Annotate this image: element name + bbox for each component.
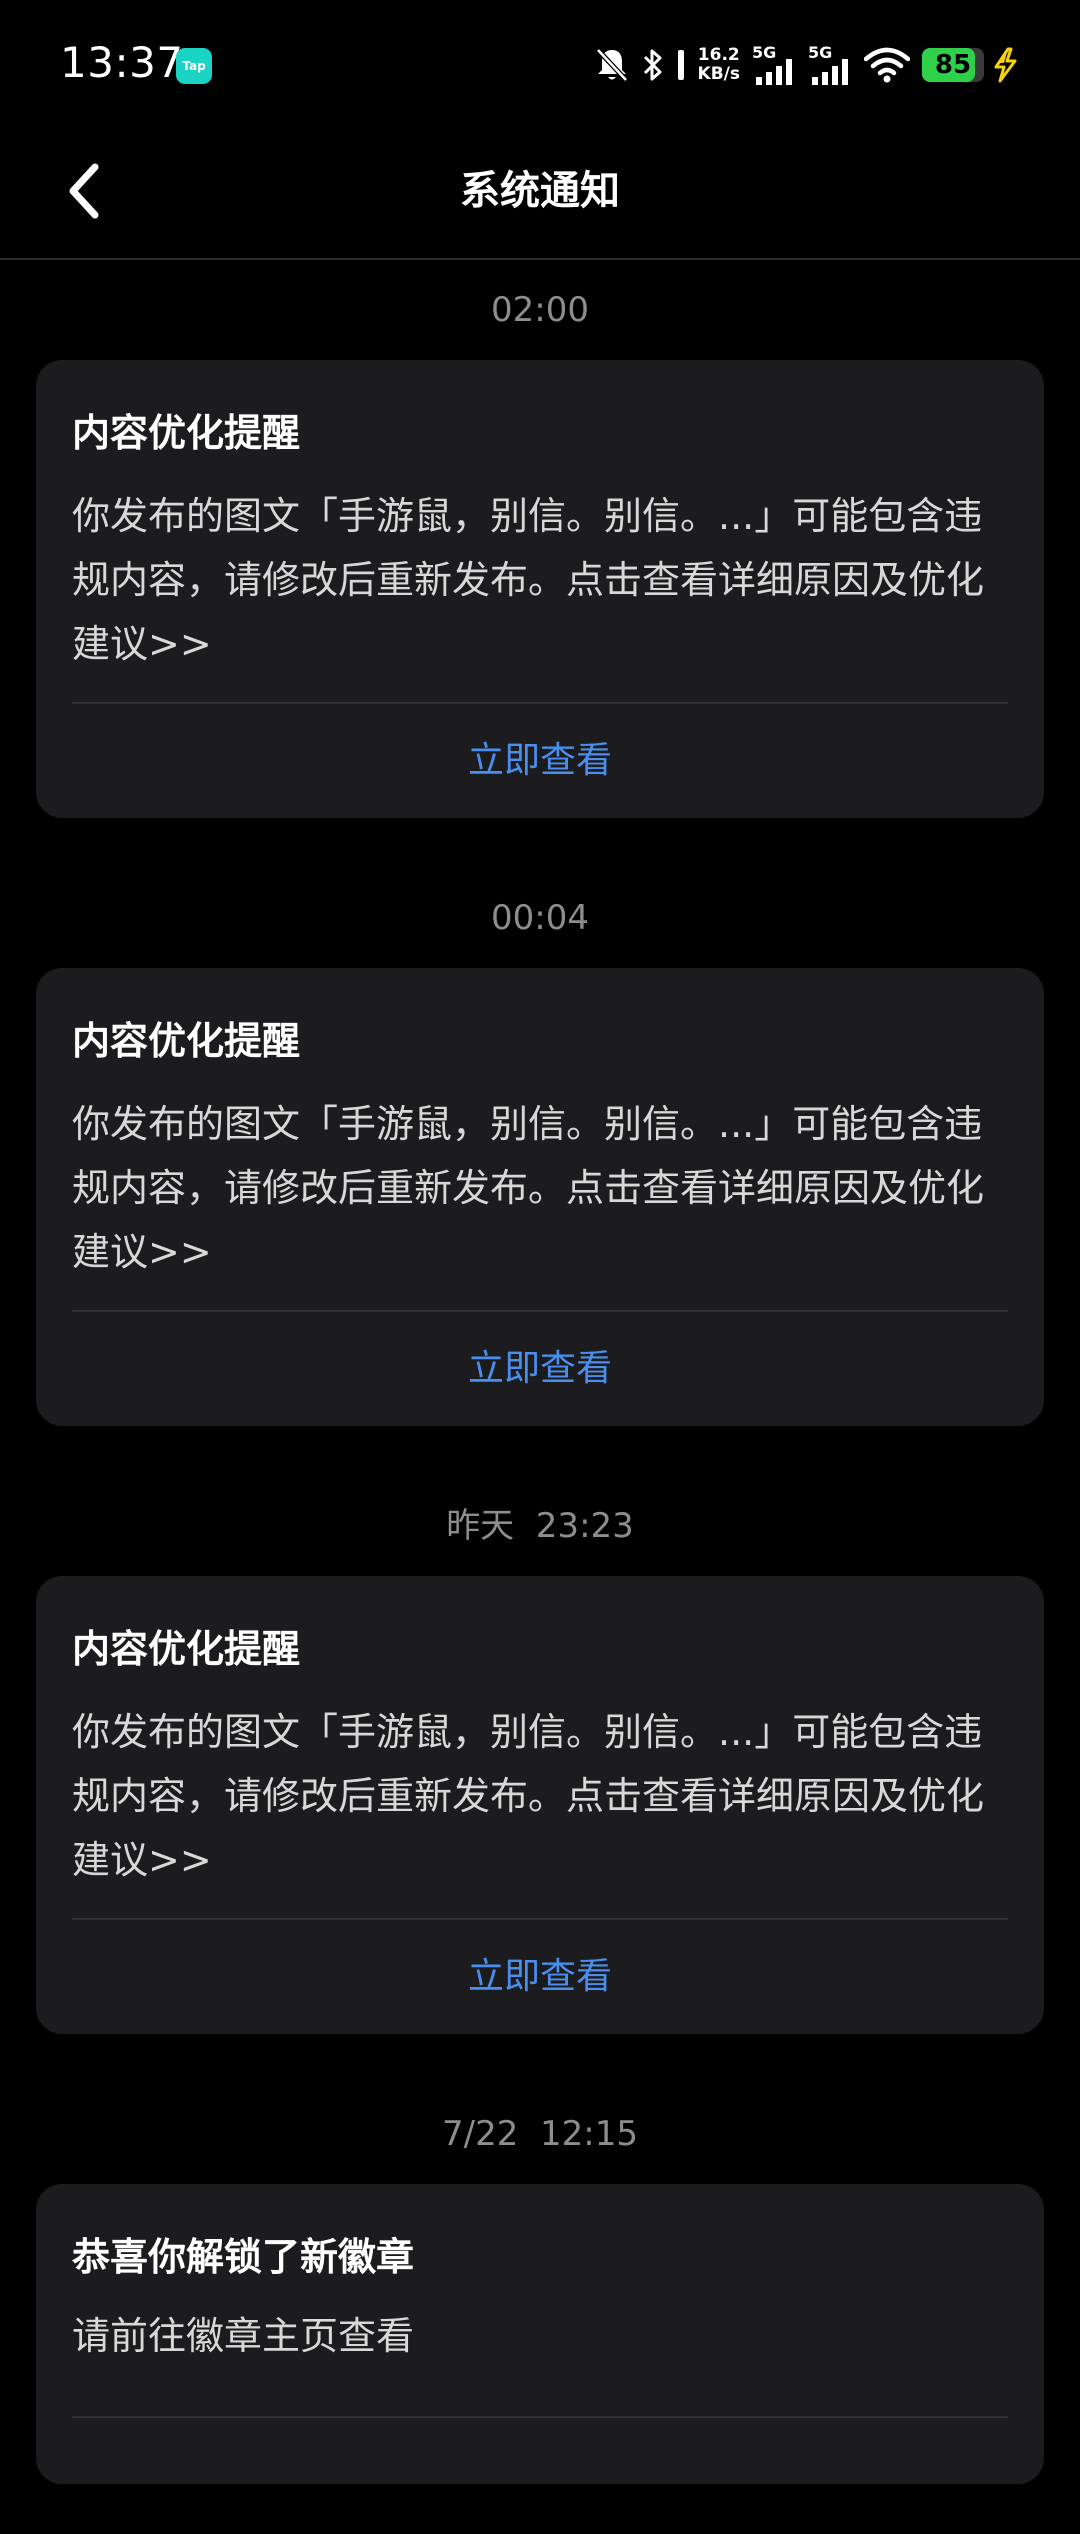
notification-card[interactable]: 内容优化提醒 你发布的图文「手游鼠，别信。别信。...」可能包含违规内容，请修改… <box>36 1576 1044 2034</box>
signal-icon: 5G <box>752 43 796 87</box>
status-bar: 13:37 Tap 16.2 KB/s 5G 5G 85 <box>0 0 1080 130</box>
notification-card[interactable]: 恭喜你解锁了新徽章 请前往徽章主页查看 <box>36 2184 1044 2484</box>
notification-body[interactable]: 你发布的图文「手游鼠，别信。别信。...」可能包含违规内容，请修改后重新发布。点… <box>72 1700 1008 1892</box>
notification-list[interactable]: 02:00 内容优化提醒 你发布的图文「手游鼠，别信。别信。...」可能包含违规… <box>0 260 1080 2534</box>
network-speed-value: 16.2 <box>697 45 740 65</box>
notification-timestamp: 00:04 <box>491 898 589 938</box>
view-now-button[interactable]: 立即查看 <box>72 704 1008 818</box>
notification-card[interactable]: 内容优化提醒 你发布的图文「手游鼠，别信。别信。...」可能包含违规内容，请修改… <box>36 360 1044 818</box>
taptap-app-icon: Tap <box>176 48 212 84</box>
notification-card[interactable]: 内容优化提醒 你发布的图文「手游鼠，别信。别信。...」可能包含违规内容，请修改… <box>36 968 1044 1426</box>
battery-level: 85 <box>934 50 972 80</box>
notification-title: 内容优化提醒 <box>72 1019 301 1063</box>
signal-icon: 5G <box>808 43 852 87</box>
vibrate-icon <box>676 48 686 82</box>
notification-body[interactable]: 你发布的图文「手游鼠，别信。别信。...」可能包含违规内容，请修改后重新发布。点… <box>72 1092 1008 1284</box>
battery-icon: 85 <box>922 48 984 82</box>
nav-bar: 系统通知 <box>0 130 1080 260</box>
status-icons: 16.2 KB/s 5G 5G 85 <box>594 40 1020 90</box>
notification-timestamp: 昨天 23:23 <box>446 1506 634 1546</box>
notification-title: 内容优化提醒 <box>72 1627 301 1671</box>
notification-timestamp: 7/22 12:15 <box>442 2114 638 2154</box>
charging-icon <box>990 47 1020 83</box>
view-now-button[interactable]: 立即查看 <box>72 1312 1008 1426</box>
wifi-icon <box>864 47 910 83</box>
network-speed-unit: KB/s <box>697 64 740 84</box>
bell-off-icon <box>594 46 630 84</box>
notification-body[interactable]: 你发布的图文「手游鼠，别信。别信。...」可能包含违规内容，请修改后重新发布。点… <box>72 484 1008 676</box>
notification-timestamp: 02:00 <box>491 290 589 330</box>
notification-title: 内容优化提醒 <box>72 411 301 455</box>
view-now-button[interactable]: 立即查看 <box>72 1920 1008 2034</box>
notification-body[interactable]: 请前往徽章主页查看 <box>72 2304 1008 2368</box>
network-speed: 16.2 KB/s <box>698 46 740 84</box>
bluetooth-icon <box>642 46 664 84</box>
page-title: 系统通知 <box>460 168 620 214</box>
notification-title: 恭喜你解锁了新徽章 <box>72 2235 415 2279</box>
status-time: 13:37 <box>60 38 184 87</box>
divider <box>72 2416 1008 2418</box>
